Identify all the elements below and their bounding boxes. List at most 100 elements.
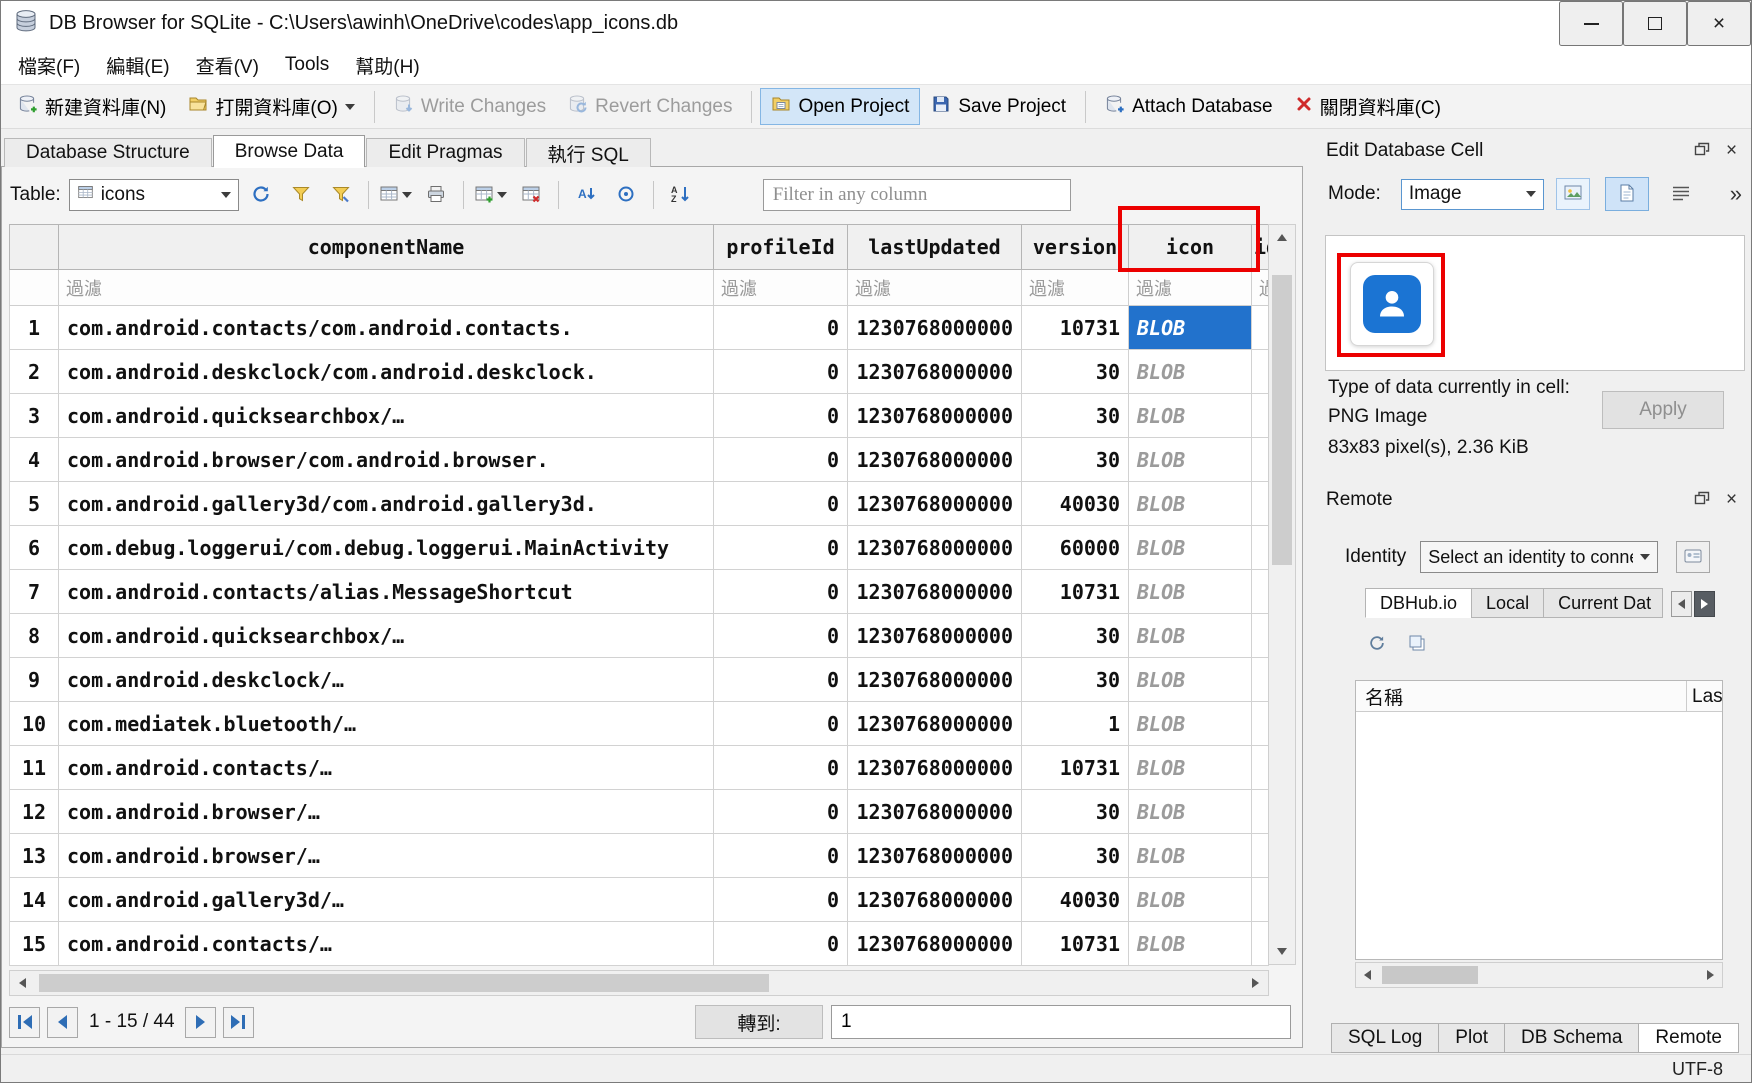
- cell-version[interactable]: 30: [1022, 790, 1129, 834]
- cell-lastUpdated[interactable]: 1230768000000: [848, 482, 1022, 526]
- tab-execute-sql[interactable]: 執行 SQL: [526, 138, 651, 167]
- remote-horizontal-scrollbar[interactable]: [1355, 962, 1723, 988]
- open-database-button[interactable]: 打開資料庫(O): [177, 88, 365, 125]
- scroll-right-icon[interactable]: [1699, 963, 1722, 987]
- cell-profileId[interactable]: 0: [714, 790, 848, 834]
- cell-profileId[interactable]: 0: [714, 306, 848, 350]
- tabs-scroll-left-button[interactable]: [1671, 591, 1692, 617]
- column-header-name[interactable]: 名稱: [1356, 683, 1403, 710]
- cell-icon[interactable]: BLOB: [1129, 834, 1252, 878]
- cell-version[interactable]: 10731: [1022, 570, 1129, 614]
- cell-icon[interactable]: BLOB: [1129, 658, 1252, 702]
- cell-id[interactable]: [1252, 482, 1269, 526]
- cell-profileId[interactable]: 0: [714, 482, 848, 526]
- float-panel-button[interactable]: [1689, 488, 1714, 511]
- tab-edit-pragmas[interactable]: Edit Pragmas: [366, 138, 524, 167]
- word-wrap-button[interactable]: [1666, 178, 1696, 210]
- goto-button[interactable]: 轉到:: [695, 1005, 823, 1039]
- cell-lastUpdated[interactable]: 1230768000000: [848, 790, 1022, 834]
- cell-version[interactable]: 60000: [1022, 526, 1129, 570]
- cell-componentName[interactable]: com.mediatek.bluetooth/…: [59, 702, 714, 746]
- cell-version[interactable]: 30: [1022, 394, 1129, 438]
- tab-browse-data[interactable]: Browse Data: [213, 135, 366, 167]
- cell-id[interactable]: [1252, 878, 1269, 922]
- cell-id[interactable]: [1252, 746, 1269, 790]
- vertical-scroll-thumb[interactable]: [1272, 275, 1292, 565]
- cell-componentName[interactable]: com.android.contacts/com.android.contact…: [59, 306, 714, 350]
- cell-id[interactable]: [1252, 526, 1269, 570]
- cell-icon[interactable]: BLOB: [1129, 526, 1252, 570]
- cell-icon[interactable]: BLOB: [1129, 306, 1252, 350]
- cell-icon[interactable]: BLOB: [1129, 394, 1252, 438]
- cell-lastUpdated[interactable]: 1230768000000: [848, 526, 1022, 570]
- cell-profileId[interactable]: 0: [714, 922, 848, 966]
- refresh-button[interactable]: [243, 178, 279, 212]
- cell-lastUpdated[interactable]: 1230768000000: [848, 350, 1022, 394]
- import-image-button[interactable]: [1556, 178, 1590, 210]
- tabs-scroll-right-button[interactable]: [1694, 591, 1715, 617]
- cell-componentName[interactable]: com.android.contacts/…: [59, 922, 714, 966]
- cell-version[interactable]: 40030: [1022, 878, 1129, 922]
- dock-tab-remote[interactable]: Remote: [1638, 1023, 1739, 1053]
- column-header-last-modified[interactable]: Last m: [1686, 681, 1723, 712]
- cell-componentName[interactable]: com.android.deskclock/com.android.deskcl…: [59, 350, 714, 394]
- cell-icon[interactable]: BLOB: [1129, 614, 1252, 658]
- row-number[interactable]: 12: [10, 790, 59, 834]
- cell-profileId[interactable]: 0: [714, 438, 848, 482]
- tab-database-structure[interactable]: Database Structure: [4, 138, 212, 167]
- cell-lastUpdated[interactable]: 1230768000000: [848, 922, 1022, 966]
- row-number[interactable]: 8: [10, 614, 59, 658]
- row-number[interactable]: 7: [10, 570, 59, 614]
- mode-select[interactable]: Image: [1401, 179, 1544, 210]
- cell-profileId[interactable]: 0: [714, 394, 848, 438]
- menu-view[interactable]: 查看(V): [183, 48, 272, 83]
- text-mode-button[interactable]: [1605, 177, 1649, 211]
- cell-componentName[interactable]: com.android.quicksearchbox/…: [59, 614, 714, 658]
- tab-dbhub[interactable]: DBHub.io: [1365, 588, 1472, 618]
- cell-version[interactable]: 40030: [1022, 482, 1129, 526]
- filter-input-icon[interactable]: 過濾: [1129, 270, 1252, 306]
- new-record-button[interactable]: [473, 178, 509, 212]
- write-changes-button[interactable]: Write Changes: [383, 88, 557, 125]
- tab-current-database[interactable]: Current Dat: [1543, 588, 1663, 618]
- cell-componentName[interactable]: com.android.contacts/alias.MessageShortc…: [59, 570, 714, 614]
- cell-componentName[interactable]: com.android.gallery3d/…: [59, 878, 714, 922]
- row-number[interactable]: 2: [10, 350, 59, 394]
- identity-settings-button[interactable]: [1676, 541, 1710, 573]
- filter-input-id[interactable]: 過濾: [1252, 270, 1269, 306]
- identity-select[interactable]: Select an identity to conne: [1420, 541, 1658, 573]
- menu-edit[interactable]: 編輯(E): [93, 48, 182, 83]
- insert-record-dropdown-button[interactable]: [378, 178, 414, 212]
- filter-input-componentName[interactable]: 過濾: [59, 270, 714, 306]
- dock-tab-plot[interactable]: Plot: [1438, 1023, 1505, 1053]
- cell-id[interactable]: [1252, 658, 1269, 702]
- cell-version[interactable]: 1: [1022, 702, 1129, 746]
- row-number[interactable]: 9: [10, 658, 59, 702]
- record-id-button[interactable]: [608, 178, 644, 212]
- row-number[interactable]: 15: [10, 922, 59, 966]
- remote-refresh-button[interactable]: [1365, 627, 1389, 661]
- cell-icon[interactable]: BLOB: [1129, 922, 1252, 966]
- row-number[interactable]: 3: [10, 394, 59, 438]
- cell-lastUpdated[interactable]: 1230768000000: [848, 658, 1022, 702]
- cell-icon[interactable]: BLOB: [1129, 702, 1252, 746]
- previous-page-button[interactable]: [47, 1007, 78, 1038]
- cell-icon[interactable]: BLOB: [1129, 570, 1252, 614]
- menu-help[interactable]: 幫助(H): [342, 48, 432, 83]
- dock-tab-db-schema[interactable]: DB Schema: [1504, 1023, 1639, 1053]
- revert-changes-button[interactable]: Revert Changes: [557, 88, 743, 125]
- close-panel-button[interactable]: ×: [1719, 139, 1744, 162]
- row-number[interactable]: 13: [10, 834, 59, 878]
- column-header-componentName[interactable]: componentName: [59, 225, 714, 270]
- cell-icon[interactable]: BLOB: [1129, 482, 1252, 526]
- cell-profileId[interactable]: 0: [714, 658, 848, 702]
- scroll-up-icon[interactable]: [1269, 225, 1295, 250]
- cell-id[interactable]: [1252, 394, 1269, 438]
- cell-componentName[interactable]: com.debug.loggerui/com.debug.loggerui.Ma…: [59, 526, 714, 570]
- cell-version[interactable]: 10731: [1022, 746, 1129, 790]
- cell-icon[interactable]: BLOB: [1129, 878, 1252, 922]
- cell-id[interactable]: [1252, 614, 1269, 658]
- more-tools-chevron[interactable]: »: [1730, 181, 1740, 207]
- cell-componentName[interactable]: com.android.deskclock/…: [59, 658, 714, 702]
- cell-profileId[interactable]: 0: [714, 702, 848, 746]
